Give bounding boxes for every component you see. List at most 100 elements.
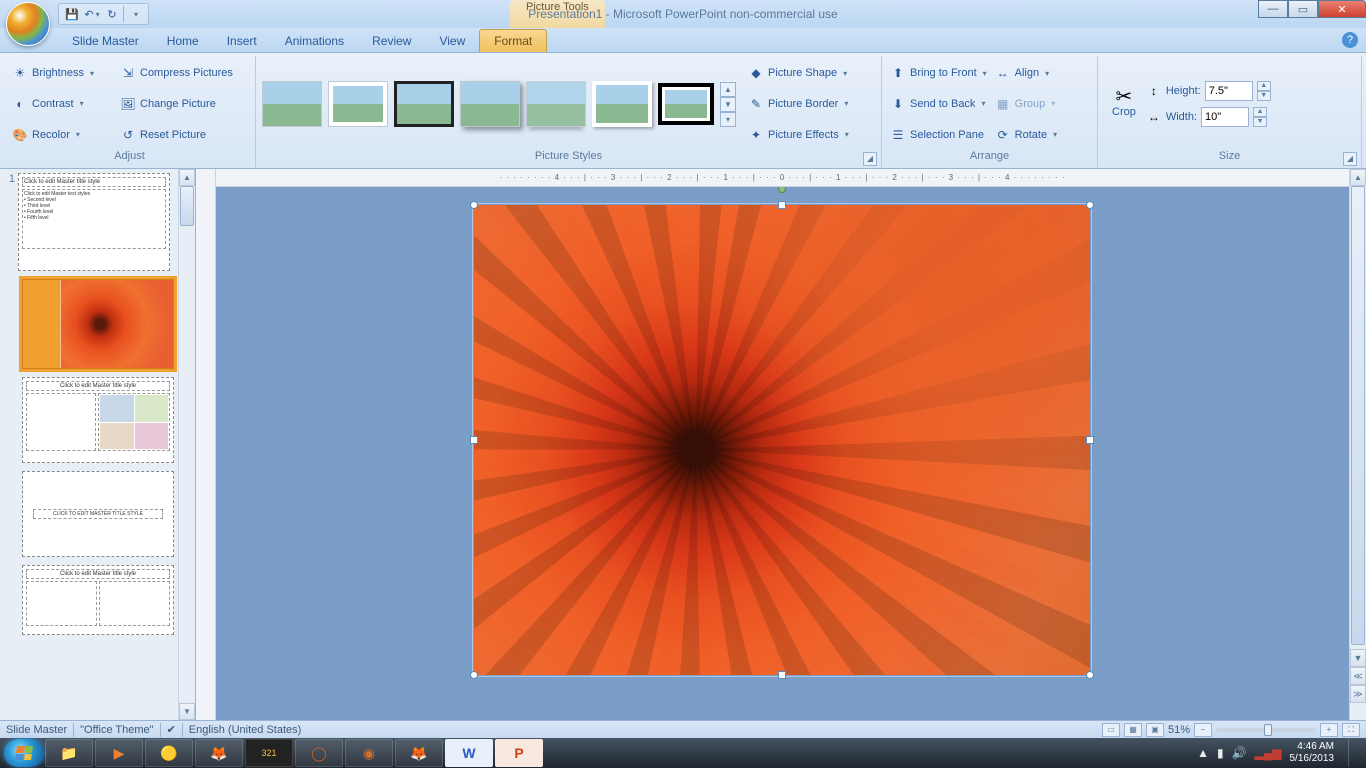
zoom-slider[interactable]	[1216, 728, 1316, 732]
master-thumb-1[interactable]: 1 Click to edit Master title style Click…	[4, 173, 195, 271]
taskbar-mpc[interactable]: 321	[245, 739, 293, 767]
height-input[interactable]	[1205, 81, 1253, 101]
style-thumb-3[interactable]	[394, 81, 454, 127]
tab-slide-master[interactable]: Slide Master	[58, 30, 153, 52]
size-dialog-launcher[interactable]: ◢	[1343, 152, 1357, 166]
layout-slide[interactable]: Click to edit Master title style	[22, 377, 174, 463]
slideshow-view-icon[interactable]: ▣	[1146, 723, 1164, 737]
selected-picture[interactable]	[474, 205, 1090, 675]
tray-overflow-icon[interactable]: ▲	[1197, 746, 1209, 760]
editor-scrollbar[interactable]: ▲ ▼ ≪ ≫	[1349, 169, 1366, 720]
resize-handle-e[interactable]	[1086, 436, 1094, 444]
brightness-button[interactable]: ☀Brightness▾	[8, 63, 116, 83]
align-button[interactable]: ↔Align▾	[991, 63, 1061, 83]
taskbar-firefox-2[interactable]: 🦊	[395, 739, 443, 767]
layout-slide-selected[interactable]	[22, 279, 174, 369]
slide-canvas[interactable]	[216, 187, 1349, 720]
help-icon[interactable]: ?	[1342, 32, 1358, 48]
tab-format[interactable]: Format	[479, 29, 547, 52]
layout-thumb-5[interactable]: Click to edit Master title style	[22, 565, 195, 635]
prev-slide-icon[interactable]: ≪	[1350, 667, 1366, 685]
show-desktop-button[interactable]	[1348, 739, 1358, 767]
style-thumb-2[interactable]	[328, 81, 388, 127]
flower-image[interactable]	[474, 205, 1090, 675]
layout-thumb-4[interactable]: CLICK TO EDIT MASTER TITLE STYLE	[22, 471, 195, 557]
taskbar-wmp[interactable]: ▶	[95, 739, 143, 767]
next-slide-icon[interactable]: ≫	[1350, 685, 1366, 703]
scroll-up-icon[interactable]: ▲	[179, 169, 195, 186]
layout-slide[interactable]: CLICK TO EDIT MASTER TITLE STYLE	[22, 471, 174, 557]
resize-handle-sw[interactable]	[470, 671, 478, 679]
contrast-button[interactable]: ◐Contrast▾	[8, 94, 116, 114]
crop-button[interactable]: Crop	[1108, 104, 1140, 120]
styles-dialog-launcher[interactable]: ◢	[863, 152, 877, 166]
style-thumb-6[interactable]	[592, 81, 652, 127]
zoom-percent[interactable]: 51%	[1168, 724, 1190, 736]
group-button[interactable]: ▦Group▾	[991, 94, 1061, 114]
gallery-more-icon[interactable]: ▾	[720, 112, 736, 127]
width-up-icon[interactable]: ▲	[1253, 107, 1267, 117]
office-button[interactable]	[6, 2, 50, 46]
zoom-slider-thumb[interactable]	[1264, 724, 1272, 736]
resize-handle-ne[interactable]	[1086, 201, 1094, 209]
bring-to-front-button[interactable]: ⬆Bring to Front▾	[886, 63, 991, 83]
spellcheck-icon[interactable]: ✔	[167, 723, 176, 736]
taskbar-powerpoint[interactable]: P	[495, 739, 543, 767]
reset-picture-button[interactable]: ↺Reset Picture	[116, 125, 237, 145]
scroll-track[interactable]	[179, 186, 195, 703]
taskbar-explorer[interactable]: 📁	[45, 739, 93, 767]
resize-handle-nw[interactable]	[470, 201, 478, 209]
taskbar-chrome[interactable]: 🟡	[145, 739, 193, 767]
tray-network-icon[interactable]: ▂▄▆	[1255, 746, 1282, 760]
height-down-icon[interactable]: ▼	[1257, 91, 1271, 101]
style-thumb-4[interactable]	[460, 81, 520, 127]
taskbar-word[interactable]: W	[445, 739, 493, 767]
fit-window-icon[interactable]: ⛶	[1342, 723, 1360, 737]
zoom-in-icon[interactable]: +	[1320, 723, 1338, 737]
compress-pictures-button[interactable]: ⇲Compress Pictures	[116, 63, 237, 83]
rotate-handle[interactable]	[778, 187, 786, 193]
picture-shape-button[interactable]: ◆Picture Shape▾	[744, 63, 853, 83]
rotate-button[interactable]: ⟳Rotate▾	[991, 125, 1061, 145]
normal-view-icon[interactable]: ▭	[1102, 723, 1120, 737]
layout-slide[interactable]: Click to edit Master title style	[22, 565, 174, 635]
zoom-out-icon[interactable]: −	[1194, 723, 1212, 737]
scroll-down-icon[interactable]: ▼	[179, 703, 195, 720]
tray-clock[interactable]: 4:46 AM 5/16/2013	[1290, 741, 1335, 765]
resize-handle-n[interactable]	[778, 201, 786, 209]
layout-thumb-2[interactable]	[22, 279, 195, 369]
gallery-up-icon[interactable]: ▲	[720, 82, 736, 97]
resize-handle-w[interactable]	[470, 436, 478, 444]
resize-handle-se[interactable]	[1086, 671, 1094, 679]
taskbar-firefox-1[interactable]: 🦊	[195, 739, 243, 767]
gallery-down-icon[interactable]: ▼	[720, 97, 736, 112]
qat-customize-icon[interactable]: ▾	[126, 5, 144, 23]
selection-pane-button[interactable]: ☰Selection Pane	[886, 125, 991, 145]
tab-review[interactable]: Review	[358, 30, 425, 52]
change-picture-button[interactable]: 🖼Change Picture	[116, 94, 237, 114]
taskbar-app-2[interactable]: ◉	[345, 739, 393, 767]
close-button[interactable]: ✕	[1318, 0, 1366, 18]
taskbar-app-1[interactable]: ◯	[295, 739, 343, 767]
height-up-icon[interactable]: ▲	[1257, 81, 1271, 91]
save-icon[interactable]: 💾	[63, 5, 81, 23]
editor-scroll-thumb[interactable]	[1351, 186, 1365, 645]
layout-thumb-3[interactable]: Click to edit Master title style	[22, 377, 195, 463]
minimize-button[interactable]: —	[1258, 0, 1288, 18]
maximize-button[interactable]: ▭	[1288, 0, 1318, 18]
tab-animations[interactable]: Animations	[271, 30, 358, 52]
style-thumb-7[interactable]	[658, 83, 714, 125]
resize-handle-s[interactable]	[778, 671, 786, 679]
scroll-thumb[interactable]	[180, 186, 194, 226]
picture-border-button[interactable]: ✎Picture Border▾	[744, 94, 853, 114]
editor-scroll-down-icon[interactable]: ▼	[1350, 649, 1366, 667]
thumb-scrollbar[interactable]: ▲ ▼	[178, 169, 195, 720]
undo-icon[interactable]: ↶▾	[83, 5, 101, 23]
master-slide[interactable]: Click to edit Master title style Click t…	[18, 173, 170, 271]
tab-view[interactable]: View	[425, 30, 479, 52]
style-thumb-1[interactable]	[262, 81, 322, 127]
recolor-button[interactable]: 🎨Recolor▾	[8, 125, 116, 145]
width-input[interactable]	[1201, 107, 1249, 127]
tab-insert[interactable]: Insert	[213, 30, 271, 52]
redo-icon[interactable]: ↻	[103, 5, 121, 23]
